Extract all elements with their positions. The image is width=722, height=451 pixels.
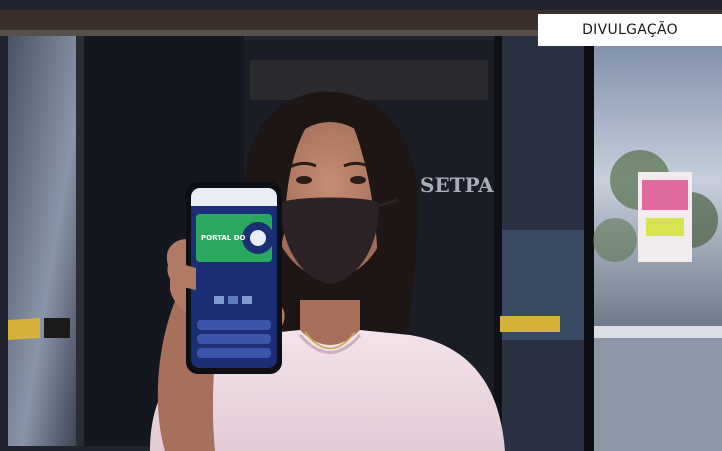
photo-illustration: SETPA PORTAL DO xyxy=(0,0,722,451)
phone-screen-title: PORTAL DO xyxy=(201,234,246,242)
photo-credit: DIVULGAÇÃO xyxy=(538,14,722,46)
storefront-sign: SETPA xyxy=(420,173,494,197)
photo-credit-label: DIVULGAÇÃO xyxy=(582,22,678,38)
news-photo: SETPA PORTAL DO xyxy=(0,0,722,451)
